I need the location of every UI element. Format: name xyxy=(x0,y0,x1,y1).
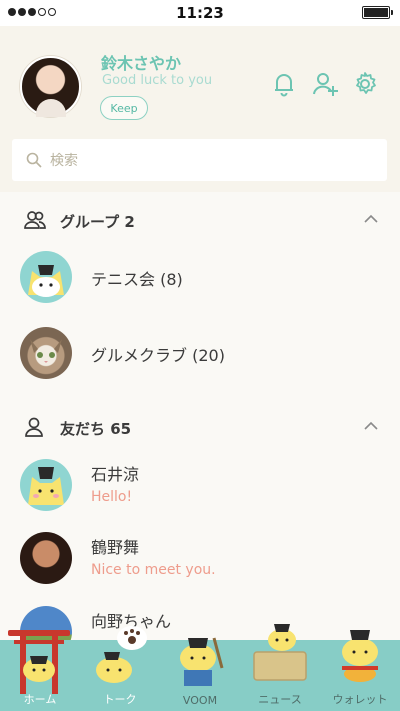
news-cat-icon xyxy=(253,624,307,681)
friend-icon xyxy=(25,417,43,437)
tab-voom[interactable]: VOOM xyxy=(160,637,240,711)
friend-name: 鶴野舞 xyxy=(91,538,140,557)
settings-gear-icon[interactable] xyxy=(351,70,379,98)
list-item-friend[interactable]: 鶴野舞 Nice to meet you. xyxy=(0,532,400,604)
tab-voom-label: VOOM xyxy=(182,694,218,707)
search-input[interactable]: 検索 xyxy=(12,139,387,181)
tab-news[interactable]: ニュース xyxy=(240,624,320,711)
friends-title: 友だち 65 xyxy=(60,420,132,438)
list-item-group[interactable]: グルメクラブ (20) xyxy=(0,327,400,399)
tab-home[interactable]: ホーム xyxy=(0,640,80,711)
profile-header: 鈴木さやか Good luck to you Keep 検索 xyxy=(0,26,400,192)
list-item-group[interactable]: テニス会 (8) xyxy=(0,251,400,323)
groups-title: グループ 2 xyxy=(60,213,135,231)
voom-cat-icon xyxy=(180,637,224,686)
avatar[interactable] xyxy=(20,56,81,117)
list-item-friend[interactable]: 石井涼 Hello! xyxy=(0,459,400,531)
add-friend-icon[interactable] xyxy=(311,70,339,98)
tab-talk-label: トーク xyxy=(103,693,137,706)
friend-status-message: Nice to meet you. xyxy=(91,562,216,578)
search-placeholder: 検索 xyxy=(50,153,78,169)
friend-status-message: Hello! xyxy=(91,489,133,505)
group-avatar xyxy=(20,251,72,303)
wallet-cat-icon xyxy=(342,630,378,682)
chevron-up-icon[interactable] xyxy=(364,214,378,223)
tab-bar: ホーム トーク VOOM ニュース ウォレット xyxy=(0,624,400,711)
search-icon xyxy=(26,152,42,168)
friend-avatar xyxy=(20,532,72,584)
profile-name[interactable]: 鈴木さやか xyxy=(101,50,181,74)
battery-icon xyxy=(362,6,393,19)
groups-section-header[interactable]: グループ 2 xyxy=(0,200,400,240)
keep-button[interactable]: Keep xyxy=(100,96,148,120)
chevron-up-icon[interactable] xyxy=(364,421,378,430)
group-name: テニス会 (8) xyxy=(91,270,183,289)
tab-wallet[interactable]: ウォレット xyxy=(320,630,400,711)
friend-name: 石井涼 xyxy=(91,465,140,484)
friends-list[interactable]: グループ 2 テニス会 (8) グルメクラブ (20) 友だち 65 石井涼 H… xyxy=(0,192,400,640)
talk-cat-icon xyxy=(96,626,147,683)
friend-avatar xyxy=(20,459,72,511)
tab-talk[interactable]: トーク xyxy=(80,626,160,711)
group-name: グルメクラブ (20) xyxy=(91,346,225,365)
status-bar: 11:23 xyxy=(0,0,400,26)
friends-section-header[interactable]: 友だち 65 xyxy=(0,407,400,447)
tab-wallet-label: ウォレット xyxy=(332,693,388,706)
tab-news-label: ニュース xyxy=(258,693,302,706)
status-time: 11:23 xyxy=(176,4,224,22)
tab-home-label: ホーム xyxy=(23,693,57,706)
group-icon xyxy=(24,211,46,229)
bell-icon[interactable] xyxy=(270,70,298,98)
profile-status-message[interactable]: Good luck to you xyxy=(102,73,212,88)
group-avatar xyxy=(20,327,72,379)
